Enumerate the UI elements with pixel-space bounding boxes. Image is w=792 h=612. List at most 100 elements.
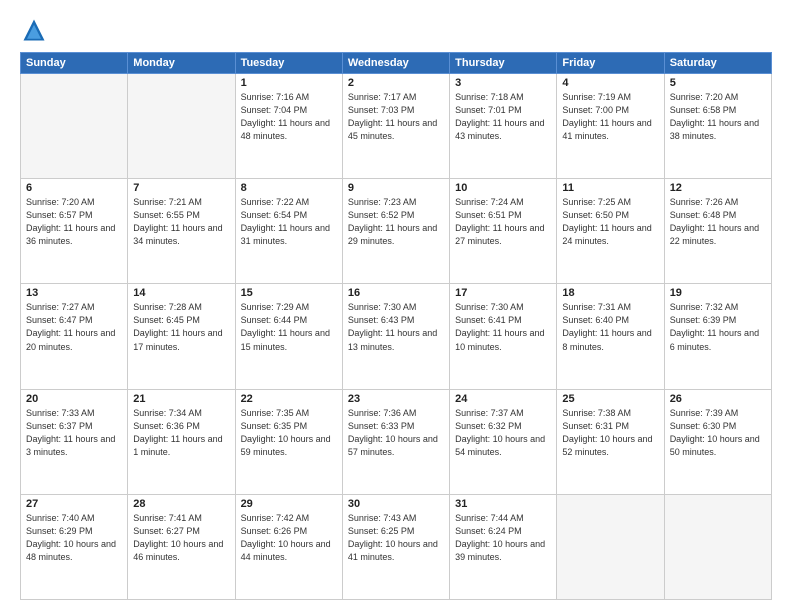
day-info: Sunrise: 7:32 AMSunset: 6:39 PMDaylight:… [670,301,766,353]
weekday-thursday: Thursday [450,53,557,74]
day-info: Sunrise: 7:30 AMSunset: 6:41 PMDaylight:… [455,301,551,353]
day-cell: 29 Sunrise: 7:42 AMSunset: 6:26 PMDaylig… [235,494,342,599]
day-cell: 6 Sunrise: 7:20 AMSunset: 6:57 PMDayligh… [21,179,128,284]
weekday-sunday: Sunday [21,53,128,74]
day-info: Sunrise: 7:16 AMSunset: 7:04 PMDaylight:… [241,91,337,143]
day-number: 15 [241,287,337,299]
day-info: Sunrise: 7:36 AMSunset: 6:33 PMDaylight:… [348,407,444,459]
day-number: 12 [670,182,766,194]
day-cell: 1 Sunrise: 7:16 AMSunset: 7:04 PMDayligh… [235,74,342,179]
day-cell: 12 Sunrise: 7:26 AMSunset: 6:48 PMDaylig… [664,179,771,284]
day-cell: 18 Sunrise: 7:31 AMSunset: 6:40 PMDaylig… [557,284,664,389]
day-cell: 11 Sunrise: 7:25 AMSunset: 6:50 PMDaylig… [557,179,664,284]
day-info: Sunrise: 7:28 AMSunset: 6:45 PMDaylight:… [133,301,229,353]
day-cell: 21 Sunrise: 7:34 AMSunset: 6:36 PMDaylig… [128,389,235,494]
day-cell: 16 Sunrise: 7:30 AMSunset: 6:43 PMDaylig… [342,284,449,389]
weekday-monday: Monday [128,53,235,74]
day-number: 20 [26,393,122,405]
day-number: 24 [455,393,551,405]
day-info: Sunrise: 7:26 AMSunset: 6:48 PMDaylight:… [670,196,766,248]
day-number: 28 [133,498,229,510]
day-number: 26 [670,393,766,405]
day-number: 29 [241,498,337,510]
day-info: Sunrise: 7:33 AMSunset: 6:37 PMDaylight:… [26,407,122,459]
day-number: 7 [133,182,229,194]
day-cell: 17 Sunrise: 7:30 AMSunset: 6:41 PMDaylig… [450,284,557,389]
day-info: Sunrise: 7:42 AMSunset: 6:26 PMDaylight:… [241,512,337,564]
calendar-table: SundayMondayTuesdayWednesdayThursdayFrid… [20,52,772,600]
week-row-2: 6 Sunrise: 7:20 AMSunset: 6:57 PMDayligh… [21,179,772,284]
day-cell [21,74,128,179]
day-number: 31 [455,498,551,510]
day-cell: 28 Sunrise: 7:41 AMSunset: 6:27 PMDaylig… [128,494,235,599]
day-info: Sunrise: 7:39 AMSunset: 6:30 PMDaylight:… [670,407,766,459]
day-cell: 10 Sunrise: 7:24 AMSunset: 6:51 PMDaylig… [450,179,557,284]
weekday-header-row: SundayMondayTuesdayWednesdayThursdayFrid… [21,53,772,74]
day-number: 1 [241,77,337,89]
day-cell: 13 Sunrise: 7:27 AMSunset: 6:47 PMDaylig… [21,284,128,389]
week-row-4: 20 Sunrise: 7:33 AMSunset: 6:37 PMDaylig… [21,389,772,494]
day-cell [664,494,771,599]
day-info: Sunrise: 7:24 AMSunset: 6:51 PMDaylight:… [455,196,551,248]
day-number: 21 [133,393,229,405]
weekday-saturday: Saturday [664,53,771,74]
day-number: 6 [26,182,122,194]
day-info: Sunrise: 7:25 AMSunset: 6:50 PMDaylight:… [562,196,658,248]
day-number: 30 [348,498,444,510]
week-row-1: 1 Sunrise: 7:16 AMSunset: 7:04 PMDayligh… [21,74,772,179]
day-info: Sunrise: 7:41 AMSunset: 6:27 PMDaylight:… [133,512,229,564]
day-cell [557,494,664,599]
day-cell: 19 Sunrise: 7:32 AMSunset: 6:39 PMDaylig… [664,284,771,389]
day-info: Sunrise: 7:37 AMSunset: 6:32 PMDaylight:… [455,407,551,459]
day-number: 5 [670,77,766,89]
day-number: 23 [348,393,444,405]
day-info: Sunrise: 7:17 AMSunset: 7:03 PMDaylight:… [348,91,444,143]
day-info: Sunrise: 7:19 AMSunset: 7:00 PMDaylight:… [562,91,658,143]
day-info: Sunrise: 7:38 AMSunset: 6:31 PMDaylight:… [562,407,658,459]
day-number: 18 [562,287,658,299]
day-number: 13 [26,287,122,299]
day-cell: 20 Sunrise: 7:33 AMSunset: 6:37 PMDaylig… [21,389,128,494]
week-row-5: 27 Sunrise: 7:40 AMSunset: 6:29 PMDaylig… [21,494,772,599]
day-info: Sunrise: 7:34 AMSunset: 6:36 PMDaylight:… [133,407,229,459]
day-info: Sunrise: 7:44 AMSunset: 6:24 PMDaylight:… [455,512,551,564]
day-info: Sunrise: 7:20 AMSunset: 6:57 PMDaylight:… [26,196,122,248]
logo [20,16,52,44]
day-number: 19 [670,287,766,299]
day-info: Sunrise: 7:43 AMSunset: 6:25 PMDaylight:… [348,512,444,564]
day-info: Sunrise: 7:21 AMSunset: 6:55 PMDaylight:… [133,196,229,248]
day-cell: 25 Sunrise: 7:38 AMSunset: 6:31 PMDaylig… [557,389,664,494]
day-info: Sunrise: 7:27 AMSunset: 6:47 PMDaylight:… [26,301,122,353]
logo-icon [20,16,48,44]
day-number: 10 [455,182,551,194]
day-cell: 30 Sunrise: 7:43 AMSunset: 6:25 PMDaylig… [342,494,449,599]
day-number: 9 [348,182,444,194]
day-cell: 5 Sunrise: 7:20 AMSunset: 6:58 PMDayligh… [664,74,771,179]
day-info: Sunrise: 7:35 AMSunset: 6:35 PMDaylight:… [241,407,337,459]
day-info: Sunrise: 7:40 AMSunset: 6:29 PMDaylight:… [26,512,122,564]
day-cell: 7 Sunrise: 7:21 AMSunset: 6:55 PMDayligh… [128,179,235,284]
day-info: Sunrise: 7:31 AMSunset: 6:40 PMDaylight:… [562,301,658,353]
day-cell: 4 Sunrise: 7:19 AMSunset: 7:00 PMDayligh… [557,74,664,179]
day-cell: 8 Sunrise: 7:22 AMSunset: 6:54 PMDayligh… [235,179,342,284]
day-info: Sunrise: 7:29 AMSunset: 6:44 PMDaylight:… [241,301,337,353]
day-cell: 3 Sunrise: 7:18 AMSunset: 7:01 PMDayligh… [450,74,557,179]
week-row-3: 13 Sunrise: 7:27 AMSunset: 6:47 PMDaylig… [21,284,772,389]
weekday-wednesday: Wednesday [342,53,449,74]
day-cell: 14 Sunrise: 7:28 AMSunset: 6:45 PMDaylig… [128,284,235,389]
day-cell: 31 Sunrise: 7:44 AMSunset: 6:24 PMDaylig… [450,494,557,599]
day-number: 16 [348,287,444,299]
day-info: Sunrise: 7:23 AMSunset: 6:52 PMDaylight:… [348,196,444,248]
day-number: 4 [562,77,658,89]
day-number: 27 [26,498,122,510]
day-number: 17 [455,287,551,299]
day-info: Sunrise: 7:22 AMSunset: 6:54 PMDaylight:… [241,196,337,248]
header [20,16,772,44]
day-cell: 15 Sunrise: 7:29 AMSunset: 6:44 PMDaylig… [235,284,342,389]
day-cell: 2 Sunrise: 7:17 AMSunset: 7:03 PMDayligh… [342,74,449,179]
day-info: Sunrise: 7:30 AMSunset: 6:43 PMDaylight:… [348,301,444,353]
weekday-tuesday: Tuesday [235,53,342,74]
day-cell [128,74,235,179]
day-number: 3 [455,77,551,89]
day-number: 8 [241,182,337,194]
